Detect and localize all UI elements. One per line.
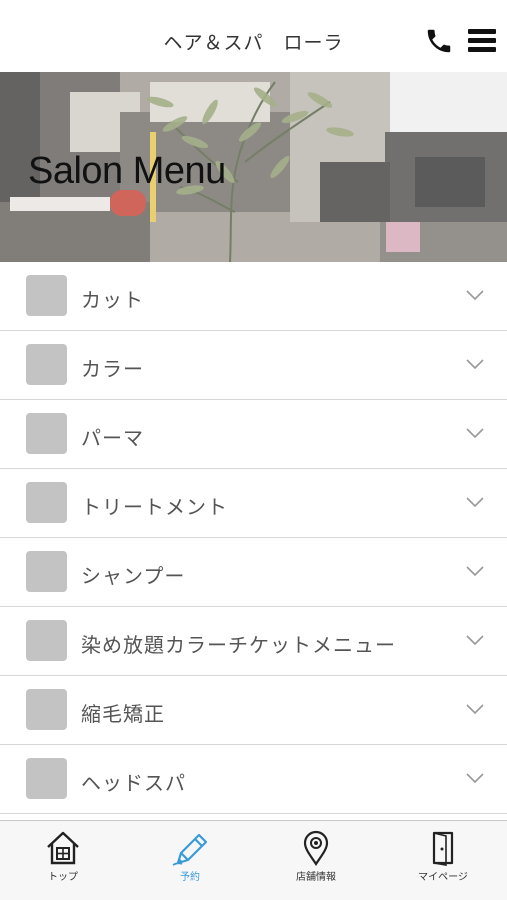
menu-item-label: パーマ [81,426,144,450]
menu-item-color[interactable]: カラー [0,331,507,400]
menu-item-shampoo[interactable]: シャンプー [0,538,507,607]
map-pin-icon [303,830,329,866]
menu-item-color-ticket[interactable]: 染め放題カラーチケットメニュー [0,607,507,676]
tab-my-page[interactable]: マイページ [380,821,506,900]
menu-item-label: 縮毛矯正 [81,702,165,726]
phone-button[interactable] [424,26,454,56]
tab-top[interactable]: トップ [0,821,126,900]
home-icon [47,831,79,865]
menu-item-perm[interactable]: パーマ [0,400,507,469]
menu-thumbnail [26,413,67,454]
chevron-down-icon [466,566,484,577]
chevron-down-icon [466,359,484,370]
salon-menu-list: カット カラー パーマ トリートメント シャンプー 染め放題カラーチケットメニュ… [0,262,507,814]
menu-thumbnail [26,482,67,523]
chevron-down-icon [466,635,484,646]
chevron-down-icon [466,428,484,439]
hamburger-menu-icon [468,29,496,34]
chevron-down-icon [466,704,484,715]
hamburger-menu-button[interactable] [468,27,496,55]
chevron-down-icon [466,773,484,784]
tab-label: 店舗情報 [296,872,336,883]
app-header: ヘア＆スパ ローラ [0,0,507,72]
menu-item-cut[interactable]: カット [0,262,507,331]
menu-item-label: 染め放題カラーチケットメニュー [81,633,396,657]
menu-thumbnail [26,689,67,730]
menu-item-label: ヘッドスパ [81,771,186,795]
menu-item-head-spa[interactable]: ヘッドスパ [0,745,507,814]
bottom-tab-bar: トップ 予約 店舗情報 マイページ [0,820,507,900]
menu-thumbnail [26,551,67,592]
menu-thumbnail [26,344,67,385]
menu-thumbnail [26,758,67,799]
menu-item-label: トリートメント [81,495,228,519]
hamburger-line [468,38,496,43]
hero-banner: Salon Menu [0,72,507,262]
tab-label: トップ [48,872,78,883]
tab-shop-info[interactable]: 店舗情報 [253,821,379,900]
menu-item-label: カラー [81,357,144,381]
menu-item-label: シャンプー [81,564,186,588]
phone-icon [427,29,451,53]
menu-item-label: カット [81,288,144,312]
tab-reserve[interactable]: 予約 [127,821,253,900]
tab-label: マイページ [418,872,468,883]
tab-label: 予約 [180,872,200,883]
menu-item-treatment[interactable]: トリートメント [0,469,507,538]
menu-thumbnail [26,275,67,316]
hamburger-line [468,47,496,52]
menu-thumbnail [26,620,67,661]
chevron-down-icon [466,290,484,301]
hero-title: Salon Menu [28,150,226,192]
menu-item-straightening[interactable]: 縮毛矯正 [0,676,507,745]
door-icon [432,831,454,866]
chevron-down-icon [466,497,484,508]
pencil-icon [172,833,208,866]
